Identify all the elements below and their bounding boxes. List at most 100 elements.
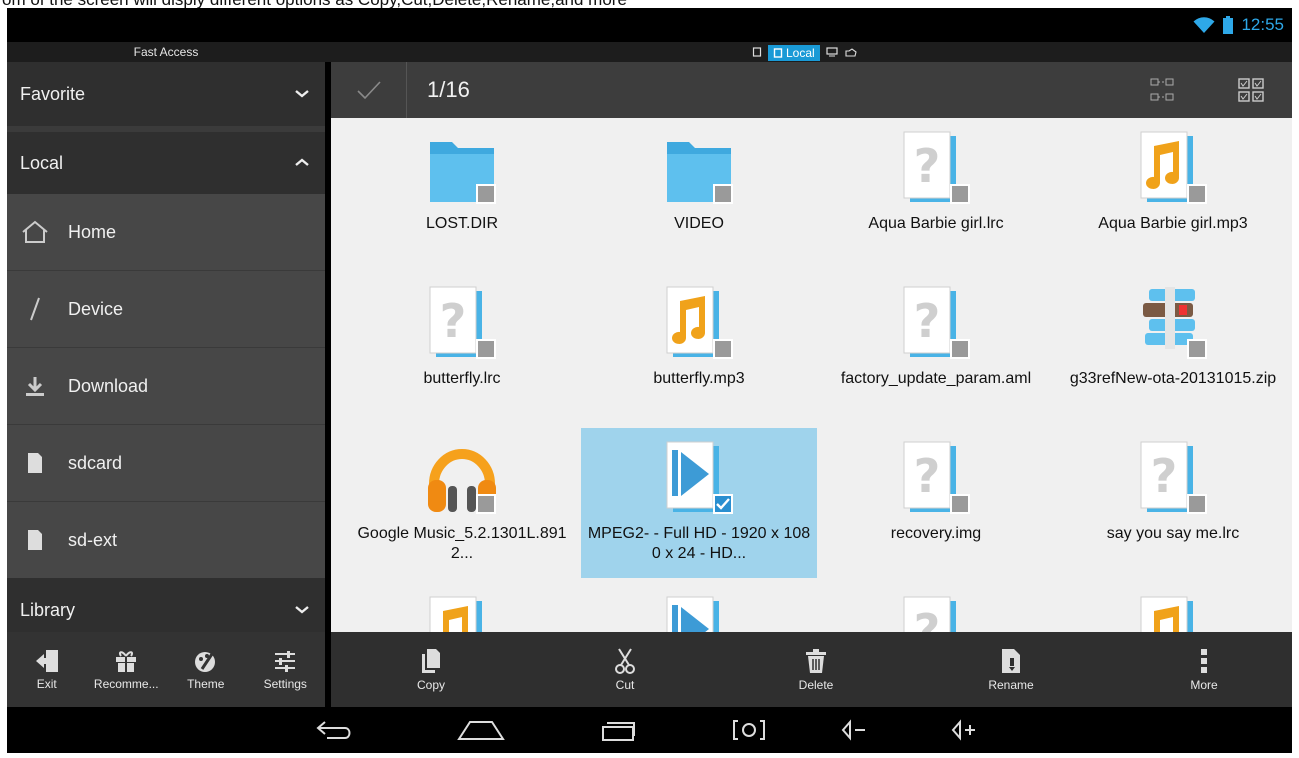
delete-button[interactable]: Delete — [786, 632, 846, 707]
volume-up-button[interactable] — [949, 714, 979, 746]
file-item[interactable]: g33refNew-ota-20131015.zip — [1055, 273, 1291, 423]
file-checkbox[interactable] — [950, 494, 970, 514]
more-label: More — [1190, 677, 1218, 692]
recommend-button[interactable]: Recomme... — [87, 632, 167, 707]
screenshot-button[interactable] — [729, 714, 769, 746]
network-tab-icon[interactable] — [826, 44, 838, 62]
file-grid: LOST.DIR VIDEO? Aqua Barbie girl.lrc Aqua B… — [331, 118, 1292, 632]
svg-text:?: ? — [1151, 449, 1178, 503]
file-checkbox[interactable] — [476, 494, 496, 514]
back-icon — [316, 721, 351, 739]
sidebar-section-label: Library — [20, 599, 76, 620]
file-item[interactable]: ? butterfly.lrc — [344, 273, 580, 423]
file-checkbox[interactable] — [476, 184, 496, 204]
selection-count: 1/16 — [427, 77, 470, 102]
volume-up-icon — [951, 719, 975, 741]
file-item[interactable]: Aqua Barbie girl.mp3 — [1055, 118, 1291, 268]
navigation-bar — [7, 707, 1292, 753]
file-item[interactable]: LOST.DIR — [344, 118, 580, 268]
file-checkbox[interactable] — [950, 184, 970, 204]
file-checkbox[interactable] — [713, 184, 733, 204]
settings-button[interactable]: Settings — [246, 632, 326, 707]
select-interval-icon[interactable] — [1149, 77, 1175, 108]
scissors-icon — [615, 647, 635, 674]
file-item[interactable]: VIDEO — [581, 118, 817, 268]
selection-toolbar: 1/16 — [331, 62, 1292, 118]
file-item[interactable]: ? Aqua Barbie girl.lrc — [818, 118, 1054, 268]
home-button[interactable] — [454, 714, 508, 746]
file-checkbox[interactable] — [476, 339, 496, 359]
sidebar-action-bar: Exit Recomme... Theme Settings — [7, 632, 325, 707]
file-checkbox[interactable] — [713, 339, 733, 359]
status-bar: 12:55 — [7, 8, 1292, 42]
status-time: 12:55 — [1241, 15, 1284, 34]
chevron-down-icon — [295, 90, 309, 98]
volume-down-button[interactable] — [839, 714, 869, 746]
copy-label: Copy — [416, 677, 445, 692]
back-button[interactable] — [312, 714, 356, 746]
chevron-down-icon — [295, 606, 309, 614]
file-item[interactable]: MPEG2- - Full HD - 1920 x 1080 x 24 - HD… — [581, 428, 817, 578]
more-button[interactable]: More — [1174, 632, 1234, 707]
svg-text:?: ? — [440, 294, 467, 348]
sidebar-section-favorite[interactable]: Favorite — [7, 62, 325, 126]
sidebar-section-label: Local — [20, 152, 64, 173]
file-checkbox[interactable] — [1187, 494, 1207, 514]
checkmark-icon — [356, 81, 381, 100]
device-tab-icon[interactable] — [752, 44, 762, 62]
palette-icon — [194, 649, 215, 672]
download-icon — [20, 371, 50, 401]
delete-label: Delete — [798, 677, 834, 692]
select-all-icon[interactable] — [1237, 77, 1265, 108]
sidebar-section-local[interactable]: Local — [7, 132, 325, 194]
file-checkbox[interactable] — [1187, 184, 1207, 204]
tab-local[interactable]: Local — [768, 45, 820, 61]
theme-button[interactable]: Theme — [166, 632, 246, 707]
video-file-icon — [663, 593, 735, 632]
recent-apps-button[interactable] — [599, 714, 639, 746]
exit-button[interactable]: Exit — [7, 632, 87, 707]
sidebar-item-home[interactable]: Home — [7, 194, 325, 270]
file-name: Google Music_5.2.1301L.8912... — [357, 525, 567, 562]
cut-label: Cut — [615, 677, 635, 692]
file-item[interactable]: Google Music_5.2.1301L.8912... — [344, 428, 580, 578]
file-name: say you say me.lrc — [1106, 525, 1240, 542]
home-icon — [20, 217, 50, 247]
file-item[interactable]: ? say you say me.lrc — [1055, 428, 1291, 578]
copy-button[interactable]: Copy — [401, 632, 461, 707]
file-item[interactable]: ? factory_update_param.aml — [818, 273, 1054, 423]
audio-file-icon — [1137, 593, 1209, 632]
cloud-tab-icon[interactable] — [844, 44, 857, 62]
file-checkbox[interactable] — [1187, 339, 1207, 359]
sidebar-item-label: sd-ext — [68, 529, 118, 550]
file-name: LOST.DIR — [425, 215, 498, 232]
chevron-up-icon — [295, 158, 309, 166]
svg-text:?: ? — [914, 139, 941, 193]
file-item[interactable] — [581, 583, 817, 632]
sidebar-item-download[interactable]: Download — [7, 348, 325, 424]
sdcard-icon — [20, 525, 50, 555]
file-checkbox[interactable] — [713, 494, 733, 514]
cut-button[interactable]: Cut — [595, 632, 655, 707]
sidebar-item-sd-ext[interactable]: sd-ext — [7, 502, 325, 578]
sidebar-item-label: Home — [68, 221, 117, 242]
gift-icon — [116, 650, 137, 672]
file-item[interactable] — [344, 583, 580, 632]
sidebar-item-sdcard[interactable]: sdcard — [7, 425, 325, 501]
settings-label: Settings — [263, 676, 307, 691]
file-checkbox[interactable] — [950, 339, 970, 359]
file-name: butterfly.lrc — [423, 370, 501, 387]
rename-icon — [1002, 648, 1020, 673]
location-bar: Fast Access Local — [7, 42, 1292, 62]
file-name: factory_update_param.aml — [840, 370, 1032, 387]
theme-label: Theme — [187, 676, 225, 691]
sidebar-item-device[interactable]: Device — [7, 271, 325, 347]
select-done-button[interactable] — [331, 62, 407, 118]
file-item[interactable]: ? recovery.img — [818, 428, 1054, 578]
rename-button[interactable]: Rename — [981, 632, 1041, 707]
file-item[interactable] — [1055, 583, 1291, 632]
tab-local-label: Local — [786, 46, 815, 60]
file-item[interactable]: butterfly.mp3 — [581, 273, 817, 423]
file-item[interactable]: ? — [818, 583, 1054, 632]
sidebar-item-label: Device — [68, 298, 124, 319]
